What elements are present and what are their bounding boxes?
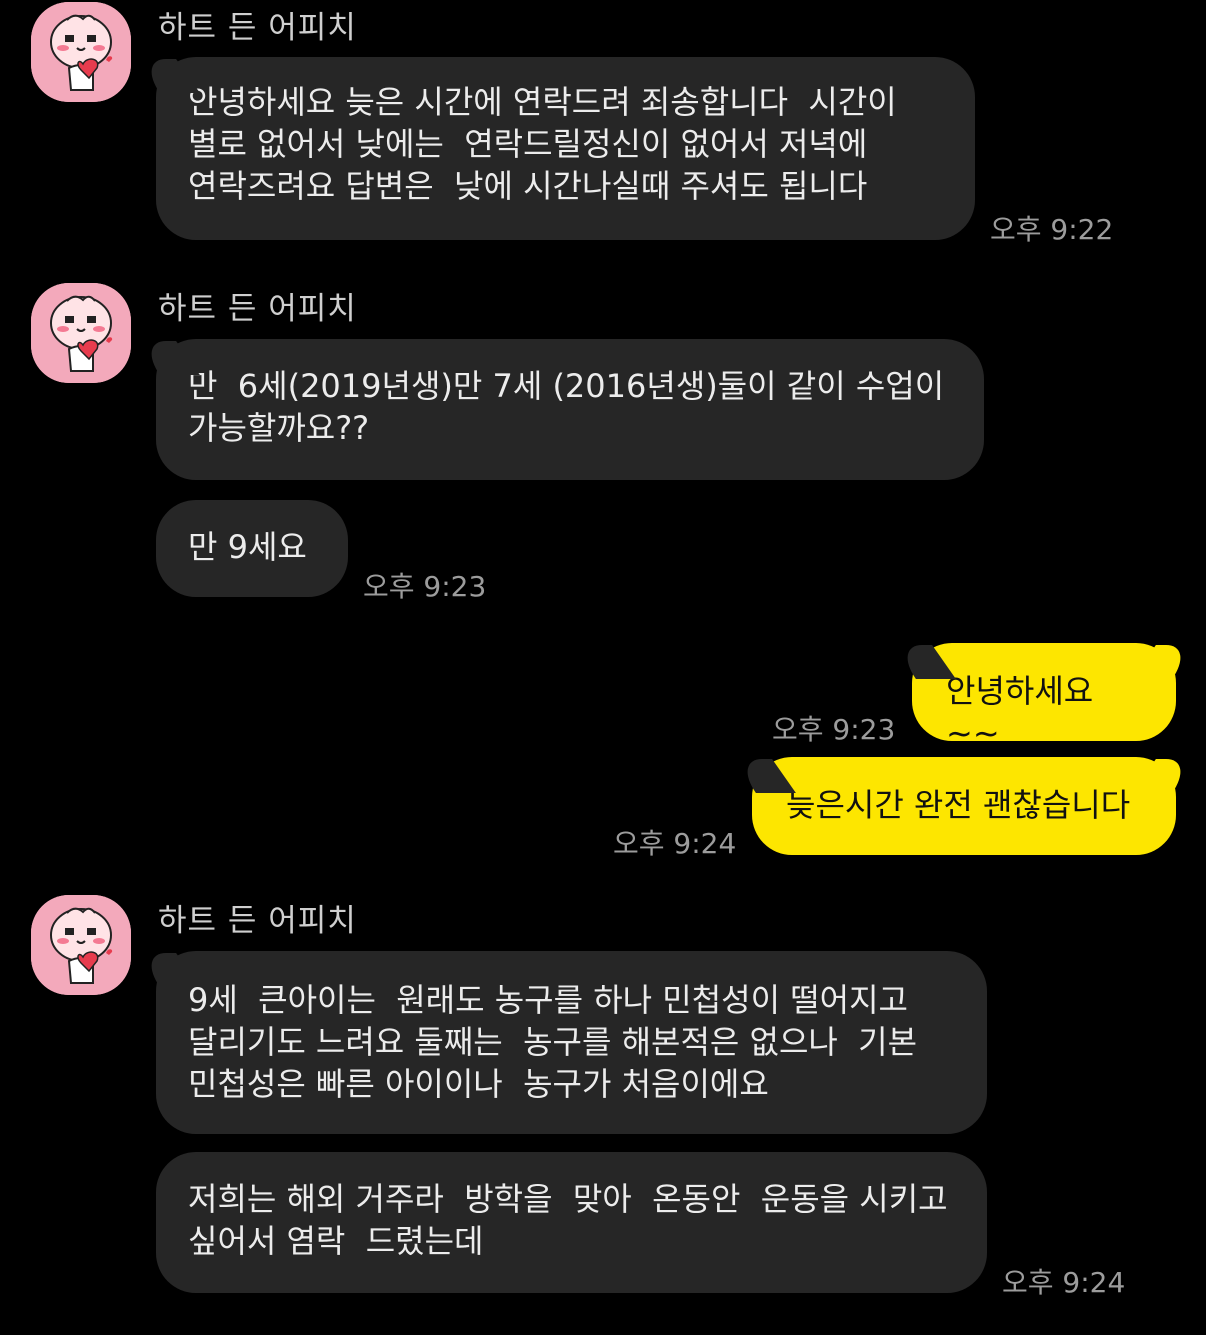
apeach-character-icon xyxy=(31,283,131,383)
outgoing-message[interactable]: 늦은시간 완전 괜찮습니다 xyxy=(752,757,1176,855)
sender-name: 하트 든 어피치 xyxy=(158,903,357,939)
avatar[interactable] xyxy=(31,895,131,995)
sender-name: 하트 든 어피치 xyxy=(158,291,357,327)
incoming-message[interactable]: 저희는 해외 거주라 방학을 맞아 온동안 운동을 시키고 싶어서 염락 드렸는… xyxy=(156,1152,987,1293)
apeach-character-icon xyxy=(31,895,131,995)
incoming-message[interactable]: 만 9세요 xyxy=(156,500,348,597)
message-timestamp: 오후 9:22 xyxy=(990,213,1114,246)
incoming-message[interactable]: 9세 큰아이는 원래도 농구를 하나 민첩성이 떨어지고 달리기도 느려요 둘째… xyxy=(156,951,987,1134)
apeach-character-icon xyxy=(31,2,131,102)
sender-name: 하트 든 어피치 xyxy=(158,10,357,46)
incoming-message[interactable]: 만 6세(2019년생)만 7세 (2016년생)둘이 같이 수업이 가능할까요… xyxy=(156,339,984,480)
message-timestamp: 오후 9:23 xyxy=(363,570,487,603)
message-timestamp: 오후 9:24 xyxy=(1002,1266,1126,1299)
message-timestamp: 오후 9:23 xyxy=(772,713,896,746)
message-timestamp: 오후 9:24 xyxy=(613,827,737,860)
incoming-message[interactable]: 안녕하세요 늦은 시간에 연락드려 죄송합니다 시간이 별로 없어서 낮에는 연… xyxy=(156,57,975,240)
avatar[interactable] xyxy=(31,2,131,102)
outgoing-message[interactable]: 안녕하세요~~ xyxy=(912,643,1176,752)
avatar[interactable] xyxy=(31,283,131,383)
